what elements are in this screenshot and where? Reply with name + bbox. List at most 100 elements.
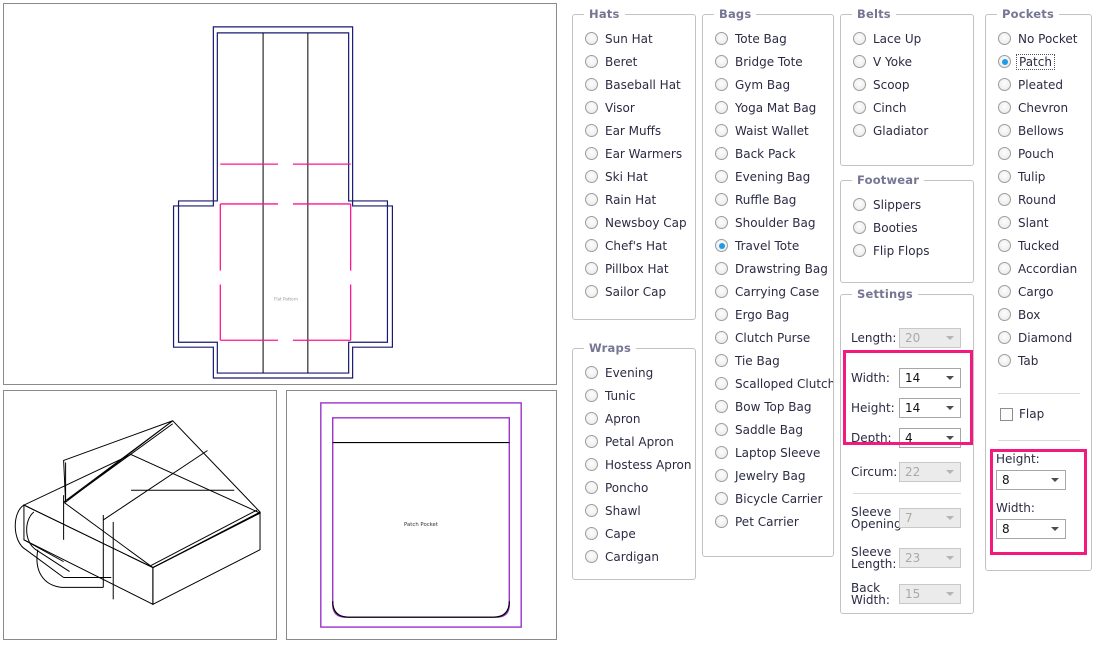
radio-icon[interactable] bbox=[853, 244, 866, 257]
flap-checkbox[interactable] bbox=[1000, 407, 1013, 421]
radio-belts-scoop[interactable]: Scoop bbox=[841, 73, 973, 96]
radio-icon[interactable] bbox=[998, 78, 1011, 91]
radio-icon[interactable] bbox=[715, 377, 728, 390]
radio-icon[interactable] bbox=[715, 193, 728, 206]
radio-bags-bridge-tote[interactable]: Bridge Tote bbox=[703, 50, 833, 73]
radio-pockets-slant[interactable]: Slant bbox=[986, 211, 1091, 234]
radio-bags-gym-bag[interactable]: Gym Bag bbox=[703, 73, 833, 96]
radio-icon[interactable] bbox=[715, 308, 728, 321]
radio-pockets-tucked[interactable]: Tucked bbox=[986, 234, 1091, 257]
radio-icon[interactable] bbox=[585, 124, 598, 137]
radio-hats-ear-warmers[interactable]: Ear Warmers bbox=[573, 142, 695, 165]
radio-icon[interactable] bbox=[998, 101, 1011, 114]
radio-icon[interactable] bbox=[715, 492, 728, 505]
radio-icon[interactable] bbox=[715, 423, 728, 436]
radio-wraps-cardigan[interactable]: Cardigan bbox=[573, 545, 695, 568]
radio-hats-chef-s-hat[interactable]: Chef's Hat bbox=[573, 234, 695, 257]
radio-icon[interactable] bbox=[998, 331, 1011, 344]
radio-footwear-booties[interactable]: Booties bbox=[841, 216, 973, 239]
radio-bags-drawstring-bag[interactable]: Drawstring Bag bbox=[703, 257, 833, 280]
radio-bags-waist-wallet[interactable]: Waist Wallet bbox=[703, 119, 833, 142]
radio-belts-cinch[interactable]: Cinch bbox=[841, 96, 973, 119]
radio-bags-tie-bag[interactable]: Tie Bag bbox=[703, 349, 833, 372]
radio-bags-ergo-bag[interactable]: Ergo Bag bbox=[703, 303, 833, 326]
radio-icon[interactable] bbox=[853, 32, 866, 45]
radio-icon[interactable] bbox=[585, 366, 598, 379]
radio-wraps-tunic[interactable]: Tunic bbox=[573, 384, 695, 407]
radio-icon[interactable] bbox=[998, 32, 1011, 45]
radio-wraps-shawl[interactable]: Shawl bbox=[573, 499, 695, 522]
settings-depth-select[interactable]: 4 bbox=[899, 428, 961, 448]
radio-hats-baseball-hat[interactable]: Baseball Hat bbox=[573, 73, 695, 96]
radio-icon[interactable] bbox=[585, 55, 598, 68]
radio-icon[interactable] bbox=[715, 331, 728, 344]
radio-icon[interactable] bbox=[585, 147, 598, 160]
radio-icon[interactable] bbox=[715, 170, 728, 183]
radio-bags-scalloped-clutch[interactable]: Scalloped Clutch bbox=[703, 372, 833, 395]
radio-icon[interactable] bbox=[853, 124, 866, 137]
radio-belts-v-yoke[interactable]: V Yoke bbox=[841, 50, 973, 73]
radio-icon[interactable] bbox=[585, 262, 598, 275]
radio-icon[interactable] bbox=[585, 101, 598, 114]
radio-icon[interactable] bbox=[715, 446, 728, 459]
radio-icon[interactable] bbox=[585, 193, 598, 206]
radio-wraps-poncho[interactable]: Poncho bbox=[573, 476, 695, 499]
flap-checkbox-row[interactable]: Flap bbox=[986, 404, 1091, 424]
radio-pockets-cargo[interactable]: Cargo bbox=[986, 280, 1091, 303]
radio-wraps-hostess-apron[interactable]: Hostess Apron bbox=[573, 453, 695, 476]
radio-icon[interactable] bbox=[585, 78, 598, 91]
radio-hats-newsboy-cap[interactable]: Newsboy Cap bbox=[573, 211, 695, 234]
radio-icon[interactable] bbox=[998, 216, 1011, 229]
radio-icon[interactable] bbox=[853, 198, 866, 211]
radio-pockets-tab[interactable]: Tab bbox=[986, 349, 1091, 372]
radio-hats-sun-hat[interactable]: Sun Hat bbox=[573, 27, 695, 50]
radio-icon[interactable] bbox=[998, 262, 1011, 275]
radio-icon[interactable] bbox=[585, 239, 598, 252]
radio-icon[interactable] bbox=[715, 147, 728, 160]
radio-bags-back-pack[interactable]: Back Pack bbox=[703, 142, 833, 165]
radio-icon[interactable] bbox=[853, 101, 866, 114]
radio-bags-bow-top-bag[interactable]: Bow Top Bag bbox=[703, 395, 833, 418]
radio-icon[interactable] bbox=[715, 55, 728, 68]
radio-icon[interactable] bbox=[715, 216, 728, 229]
radio-icon[interactable] bbox=[585, 481, 598, 494]
radio-icon[interactable] bbox=[585, 504, 598, 517]
pocket-height-select[interactable]: 8 bbox=[996, 470, 1066, 490]
radio-icon[interactable] bbox=[715, 469, 728, 482]
radio-wraps-evening[interactable]: Evening bbox=[573, 361, 695, 384]
radio-icon[interactable] bbox=[715, 400, 728, 413]
radio-icon[interactable] bbox=[853, 55, 866, 68]
radio-bags-saddle-bag[interactable]: Saddle Bag bbox=[703, 418, 833, 441]
radio-bags-jewelry-bag[interactable]: Jewelry Bag bbox=[703, 464, 833, 487]
radio-icon[interactable] bbox=[998, 193, 1011, 206]
radio-bags-laptop-sleeve[interactable]: Laptop Sleeve bbox=[703, 441, 833, 464]
radio-pockets-accordian[interactable]: Accordian bbox=[986, 257, 1091, 280]
radio-icon[interactable] bbox=[585, 389, 598, 402]
radio-icon[interactable] bbox=[585, 412, 598, 425]
radio-bags-pet-carrier[interactable]: Pet Carrier bbox=[703, 510, 833, 533]
radio-icon[interactable] bbox=[585, 32, 598, 45]
radio-bags-bicycle-carrier[interactable]: Bicycle Carrier bbox=[703, 487, 833, 510]
radio-bags-shoulder-bag[interactable]: Shoulder Bag bbox=[703, 211, 833, 234]
radio-icon[interactable] bbox=[585, 527, 598, 540]
radio-footwear-flip-flops[interactable]: Flip Flops bbox=[841, 239, 973, 262]
radio-pockets-pleated[interactable]: Pleated bbox=[986, 73, 1091, 96]
radio-bags-ruffle-bag[interactable]: Ruffle Bag bbox=[703, 188, 833, 211]
radio-belts-lace-up[interactable]: Lace Up bbox=[841, 27, 973, 50]
radio-icon[interactable] bbox=[715, 262, 728, 275]
radio-wraps-apron[interactable]: Apron bbox=[573, 407, 695, 430]
radio-icon[interactable] bbox=[998, 124, 1011, 137]
radio-pockets-pouch[interactable]: Pouch bbox=[986, 142, 1091, 165]
settings-width-select[interactable]: 14 bbox=[899, 368, 961, 388]
radio-icon[interactable] bbox=[585, 550, 598, 563]
radio-pockets-round[interactable]: Round bbox=[986, 188, 1091, 211]
radio-pockets-bellows[interactable]: Bellows bbox=[986, 119, 1091, 142]
radio-wraps-petal-apron[interactable]: Petal Apron bbox=[573, 430, 695, 453]
settings-height-select[interactable]: 14 bbox=[899, 398, 961, 418]
radio-icon[interactable] bbox=[715, 239, 728, 252]
flat-pattern-canvas[interactable]: Flat Pattern bbox=[3, 3, 557, 385]
radio-icon[interactable] bbox=[998, 308, 1011, 321]
radio-icon[interactable] bbox=[585, 435, 598, 448]
radio-bags-evening-bag[interactable]: Evening Bag bbox=[703, 165, 833, 188]
radio-icon[interactable] bbox=[998, 285, 1011, 298]
